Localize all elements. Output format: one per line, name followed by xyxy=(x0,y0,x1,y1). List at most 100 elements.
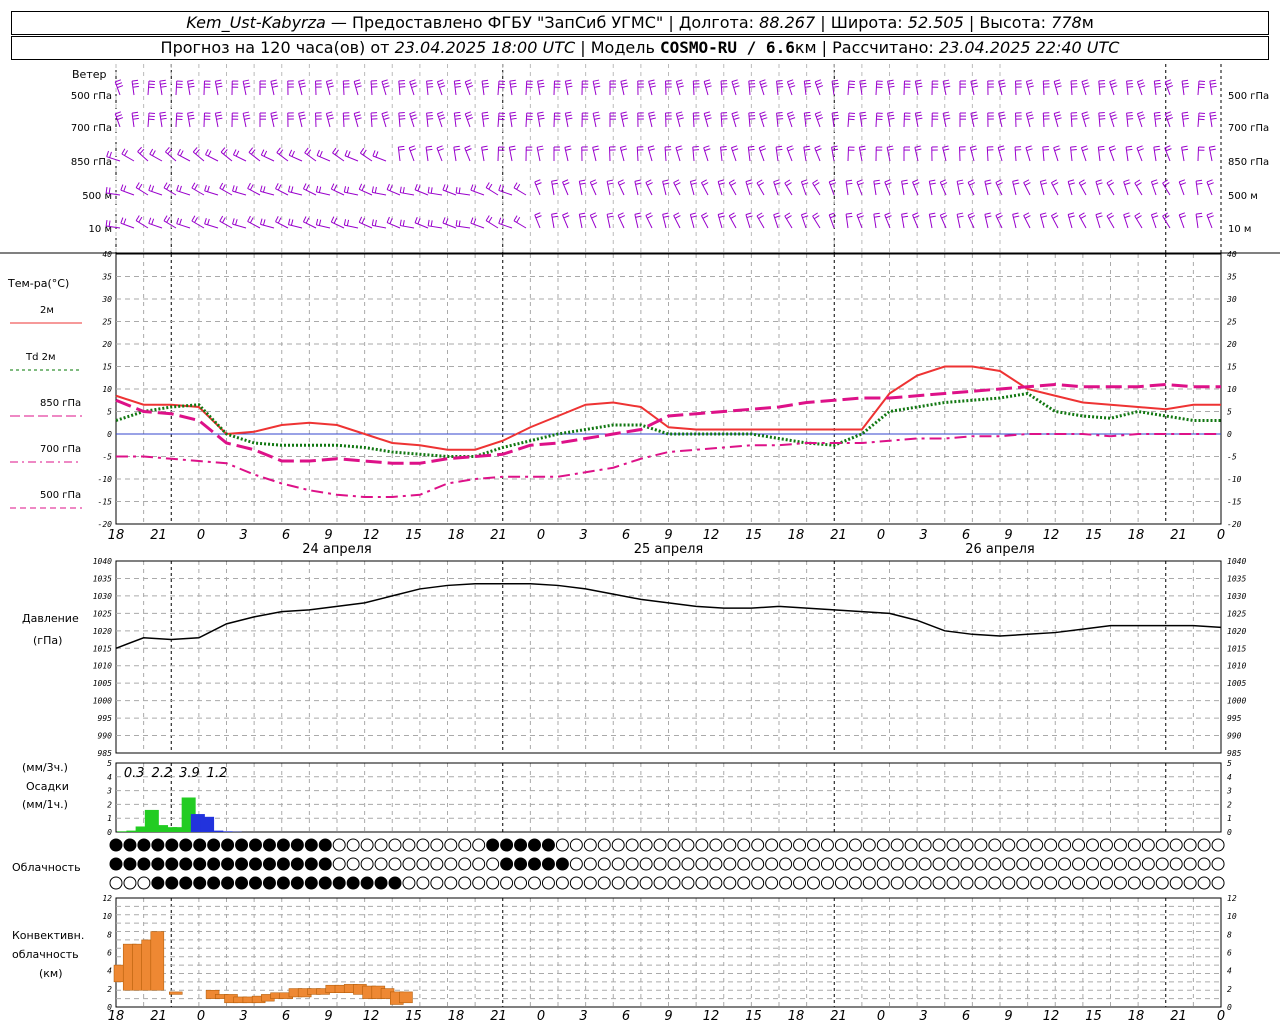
wind-barb-flag xyxy=(788,114,795,118)
wind-barb-flag xyxy=(1154,85,1162,88)
wind-barb-flag xyxy=(509,148,516,151)
wind-barb xyxy=(159,81,163,96)
wind-barb-flag xyxy=(316,149,320,156)
x-tick-label: 9 xyxy=(1004,528,1012,543)
wind-barb-flag xyxy=(207,218,210,225)
wind-barb-flag xyxy=(590,179,596,183)
wind-barb-flag xyxy=(676,111,683,114)
wind-barb-flag xyxy=(619,182,626,186)
wind-barb-flag xyxy=(409,111,416,115)
wind-barb-flag xyxy=(222,184,226,190)
wind-barb-flag xyxy=(874,215,881,218)
wind-barb-flag xyxy=(1078,212,1085,217)
wind-barb-flag xyxy=(249,184,254,191)
wind-barb-flag xyxy=(232,218,235,225)
wind-barb-flag xyxy=(417,185,421,192)
wind-barb-flag xyxy=(972,85,979,88)
cloud-cover-marker xyxy=(221,857,235,871)
wind-barb-flag xyxy=(760,82,767,86)
cloud-cover-marker xyxy=(1155,838,1169,852)
cloud-cover-marker xyxy=(1044,838,1058,852)
wind-barb-flag xyxy=(137,146,142,152)
wind-barb-flag xyxy=(814,145,821,149)
wind-barb-flag xyxy=(620,111,627,114)
wind-barb-flag xyxy=(1043,149,1050,151)
wind-barb-flag xyxy=(704,114,711,117)
wind-barb xyxy=(397,147,401,162)
x-tick-label: 0 xyxy=(877,528,885,543)
wind-barb xyxy=(242,81,247,96)
wind-barb-flag xyxy=(247,215,251,222)
x-tick-label-bottom: 0 xyxy=(877,1009,885,1024)
wind-barb xyxy=(1125,147,1129,162)
cloud-cover-marker xyxy=(541,838,555,852)
wind-barb xyxy=(121,153,135,162)
wind-barb-flag xyxy=(902,182,909,185)
wind-barb-flag xyxy=(789,117,796,121)
cloud-cover-marker xyxy=(653,876,667,890)
wind-barb xyxy=(386,222,401,229)
wind-barb-flag xyxy=(760,148,767,152)
wind-barb-flag xyxy=(534,179,541,183)
wind-barb xyxy=(564,113,569,128)
x-tick-label-bottom: 6 xyxy=(962,1009,970,1024)
cloud-cover-marker xyxy=(1072,857,1086,871)
cloud-cover-marker xyxy=(807,857,820,871)
wind-barb xyxy=(342,112,345,128)
wind-title: Ветер xyxy=(72,68,106,81)
x-axis-temp: 18 21 0 3 6 9 12 15 18 21 0 3 6 9 12 15 18 21 0 3 6 9 12 15 18 21… xyxy=(108,528,1225,557)
y-tick-left: -15 xyxy=(98,498,113,507)
wind-barb-flag xyxy=(761,85,768,89)
cloud-cover-marker xyxy=(1086,876,1099,890)
y-tick-left: 1010 xyxy=(93,662,112,671)
cloud-cover-marker xyxy=(667,838,681,852)
wind-barb-flag xyxy=(1210,114,1217,117)
wind-barb-flag xyxy=(399,219,402,226)
wind-barb-flag xyxy=(830,182,837,186)
wind-barb-flag xyxy=(815,148,822,152)
wind-barb-flag xyxy=(804,82,811,85)
wind-barb-flag xyxy=(354,111,361,115)
wind-barb-flag xyxy=(277,217,282,224)
cloud-cover-marker xyxy=(374,838,388,852)
wind-barb-flag xyxy=(562,179,569,183)
wind-barb-flag xyxy=(1098,80,1105,82)
wind-barb-flag xyxy=(1054,148,1061,152)
wind-barb-flag xyxy=(787,79,794,83)
wind-barb-flag xyxy=(410,148,417,152)
wind-barb-flag xyxy=(1023,179,1030,183)
wind-barb-flag xyxy=(1126,83,1133,85)
cloud-cover-marker xyxy=(1197,838,1211,852)
wind-barb-flag xyxy=(1206,212,1213,216)
wind-barb-flag xyxy=(649,114,656,117)
wind-barb-flag xyxy=(132,85,139,88)
cloud-cover-marker xyxy=(932,838,946,852)
wind-barb xyxy=(513,187,527,196)
cloud-cover-marker xyxy=(639,838,653,852)
y-tick-right: 1020 xyxy=(1227,627,1246,636)
wind-barb-flag xyxy=(1110,114,1117,118)
wind-barb-flag xyxy=(940,179,946,183)
wind-barb-flag xyxy=(235,186,238,193)
wind-barb-flag xyxy=(579,182,586,185)
wind-barb-flag xyxy=(1099,83,1106,85)
wind-barb-flag xyxy=(566,85,573,88)
cloud-cover-marker xyxy=(820,857,834,871)
cloud-cover-marker xyxy=(360,838,374,852)
wind-barb-flag xyxy=(718,179,725,183)
wind-barb-flag xyxy=(1095,212,1102,216)
cloud-cover-marker xyxy=(249,857,262,871)
wind-barb-flag xyxy=(591,215,598,219)
wind-barb-flag xyxy=(299,117,307,120)
wind-barb xyxy=(606,214,611,229)
wind-barb-flag xyxy=(832,148,839,151)
cloud-cover-marker xyxy=(1155,857,1169,871)
cloud-cover-marker xyxy=(1127,838,1141,852)
wind-barb-flag xyxy=(455,187,458,194)
wind-barb-flag xyxy=(552,215,559,218)
wind-barb-flag xyxy=(645,212,652,216)
wind-barb-flag xyxy=(860,85,867,88)
cloud-cover-marker xyxy=(681,838,695,852)
wind-barb xyxy=(175,112,178,128)
wind-barb-flag xyxy=(455,220,458,227)
